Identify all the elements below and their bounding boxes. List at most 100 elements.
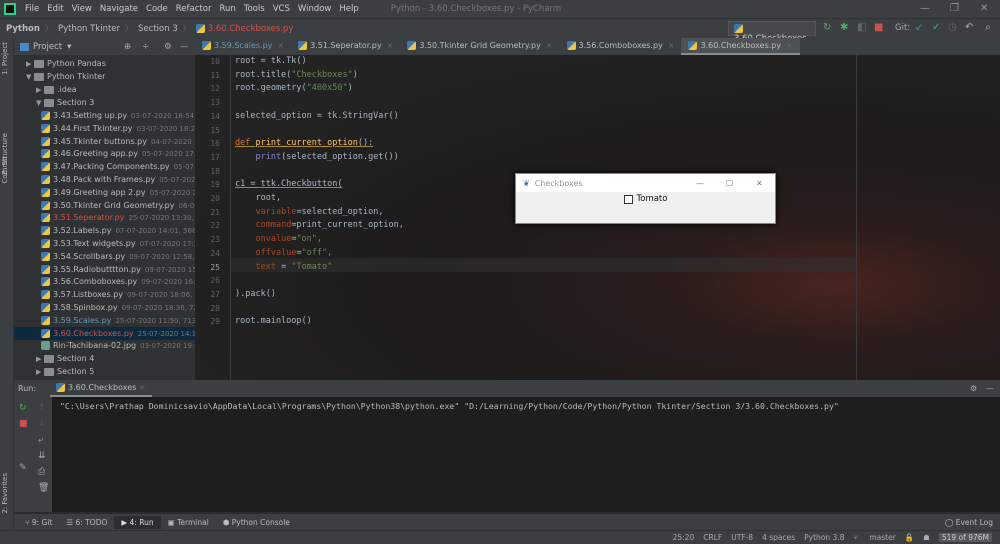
tomato-checkbox[interactable] xyxy=(623,194,633,204)
collapse-icon[interactable]: ÷ xyxy=(142,42,149,52)
bottom-tab-python-console[interactable]: ⬢ Python Console xyxy=(216,516,297,529)
tree-folder-idea[interactable]: ▶ .idea xyxy=(36,83,77,96)
tree-file[interactable]: 3.56.Comboboxes.py09-07-2020 16:18, 78 xyxy=(41,275,195,288)
hide-icon[interactable]: — xyxy=(180,42,189,52)
tree-file[interactable]: 3.47.Packing Components.py05-07-2020 1 xyxy=(41,160,195,173)
menu-tools[interactable]: Tools xyxy=(240,4,269,14)
tree-file[interactable]: 3.58.Spinbox.py09-07-2020 18:36, 723 B xyxy=(41,301,195,314)
git-history-icon[interactable]: ◷ xyxy=(948,22,957,33)
menu-refactor[interactable]: Refactor xyxy=(172,4,216,14)
tree-file[interactable]: 3.45.Tkinter buttons.py04-07-2020 19:34,… xyxy=(41,135,195,148)
scroll-up-icon[interactable]: ↑ xyxy=(38,403,46,413)
tree-file[interactable]: 3.44.First Tkinter.py03-07-2020 18:23, 1… xyxy=(41,122,195,135)
tree-file[interactable]: 3.57.Listboxes.py09-07-2020 18:06, 763 B xyxy=(41,288,195,301)
git-rollback-icon[interactable]: ↶ xyxy=(965,22,973,33)
tab-grid-geometry[interactable]: 3.50.Tkinter Grid Geometry.py × xyxy=(400,38,559,55)
menu-help[interactable]: Help xyxy=(335,4,362,14)
code-line[interactable]: root.title("Checkboxes") xyxy=(235,70,358,80)
menu-vcs[interactable]: VCS xyxy=(269,4,294,14)
git-commit-icon[interactable]: ✓ xyxy=(932,22,940,33)
code-line[interactable]: def print_current_option(): xyxy=(235,138,373,148)
debug-icon[interactable]: ✱ xyxy=(840,22,848,33)
tree-file[interactable]: Rin-Tachibana-02.jpg03-07-2020 19:06, 80 xyxy=(41,339,195,352)
breadcrumb-python-tkinter[interactable]: Python Tkinter xyxy=(58,24,120,34)
tree-file[interactable]: 3.53.Text widgets.py07-07-2020 17:31, 46… xyxy=(41,237,195,250)
code-line[interactable]: ).pack() xyxy=(235,289,276,299)
locate-icon[interactable]: ⊕ xyxy=(124,42,131,52)
tree-folder-python-tkinter[interactable]: ▼ Python Tkinter xyxy=(26,70,105,83)
restore-button[interactable]: ❐ xyxy=(950,3,959,14)
tree-folder-section-3[interactable]: ▼ Section 3 xyxy=(36,96,94,109)
tomato-checkbox-label[interactable]: Tomato xyxy=(637,194,668,204)
tk-maximize-button[interactable]: ☐ xyxy=(726,179,733,188)
menu-edit[interactable]: Edit xyxy=(43,4,67,14)
clear-icon[interactable]: 🗑 xyxy=(38,483,49,493)
status-interpreter[interactable]: Python 3.8 xyxy=(804,533,844,542)
memory-indicator[interactable]: 519 of 976M xyxy=(938,533,992,542)
tree-file[interactable]: 3.46.Greeting app.py05-07-2020 17:33, 67… xyxy=(41,147,195,160)
breadcrumb-file[interactable]: 3.60.Checkboxes.py xyxy=(208,24,294,34)
search-icon[interactable]: ⌕ xyxy=(985,22,991,33)
tree-file[interactable]: 3.48.Pack with Frames.py05-07-2020 20:1 xyxy=(41,173,195,186)
tree-file[interactable]: 3.43.Setting up.py03-07-2020 18:54, 33 B xyxy=(41,109,195,122)
tree-file[interactable]: 3.50.Tkinter Grid Geometry.py06-07-2020 xyxy=(41,199,195,212)
minimize-button[interactable]: — xyxy=(920,3,930,14)
tree-file[interactable]: 3.55.Radiobutttton.py09-07-2020 15:54, 6… xyxy=(41,263,195,276)
tree-file[interactable]: 3.52.Labels.py07-07-2020 14:01, 568 B 19… xyxy=(41,224,195,237)
code-line[interactable]: print(selected_option.get()) xyxy=(235,152,398,162)
bottom-tab-terminal[interactable]: ▣ Terminal xyxy=(161,516,216,529)
inspector-icon[interactable]: ☗ xyxy=(923,533,930,542)
rerun-icon[interactable]: ↻ xyxy=(823,22,831,33)
menu-code[interactable]: Code xyxy=(142,4,172,14)
tree-file[interactable]: 3.49.Greeting app 2.py05-07-2020 21:56, … xyxy=(41,186,195,199)
code-line[interactable]: selected_option = tk.StringVar() xyxy=(235,111,399,121)
breadcrumb-section-3[interactable]: Section 3 xyxy=(138,24,178,34)
code-line[interactable]: text = "Tomato" xyxy=(235,262,332,272)
stop-icon[interactable]: ■ xyxy=(874,22,883,33)
side-tab-favorites[interactable]: 2: Favorites xyxy=(1,473,9,514)
code-line[interactable]: root, xyxy=(235,193,281,203)
bottom-tab-todo[interactable]: ☰ 6: TODO xyxy=(59,516,114,529)
code-line[interactable]: root.mainloop() xyxy=(235,316,312,326)
run-settings-icon[interactable]: ⚙ xyxy=(970,384,977,393)
tab-seperator[interactable]: 3.51.Seperator.py × xyxy=(291,38,400,55)
close-button[interactable]: ✕ xyxy=(980,3,988,14)
tree-file[interactable]: 3.51.Seperator.py25-07-2020 13:30, 300 B xyxy=(41,211,195,224)
print-icon[interactable]: ⎙ xyxy=(38,467,45,477)
tree-file[interactable]: 3.54.Scrollbars.py09-07-2020 12:58, 669 … xyxy=(41,250,195,263)
run-tab[interactable]: 3.60.Checkboxes × xyxy=(50,380,152,397)
status-encoding[interactable]: UTF-8 xyxy=(731,533,753,542)
breadcrumb-python[interactable]: Python xyxy=(6,24,40,34)
menu-run[interactable]: Run xyxy=(215,4,239,14)
status-line-separator[interactable]: CRLF xyxy=(703,533,722,542)
menu-view[interactable]: View xyxy=(68,4,96,14)
menu-file[interactable]: File xyxy=(21,4,43,14)
coverage-icon[interactable]: ◧ xyxy=(857,22,866,33)
status-position[interactable]: 25:20 xyxy=(673,533,695,542)
status-branch[interactable]: ⑂ master xyxy=(853,533,895,542)
code-line[interactable]: command=print_current_option, xyxy=(235,220,403,230)
side-tab-project[interactable]: 1: Project xyxy=(1,42,9,75)
bottom-tab-run[interactable]: ▶ 4: Run xyxy=(114,515,161,529)
code-line[interactable]: variable=selected_option, xyxy=(235,207,383,217)
scroll-down-icon[interactable]: ↓ xyxy=(38,419,46,429)
rerun-icon[interactable]: ↻ xyxy=(19,403,27,413)
git-update-icon[interactable]: ↙ xyxy=(915,22,923,33)
tree-folder-python-pandas[interactable]: ▶ Python Pandas xyxy=(26,57,106,70)
bottom-tab-git[interactable]: ⑂ 9: Git xyxy=(18,516,59,529)
tree-file[interactable]: 3.59.Scales.py25-07-2020 11:50, 713 B 55… xyxy=(41,314,195,327)
event-log-button[interactable]: ◯ Event Log xyxy=(938,516,1000,529)
menu-navigate[interactable]: Navigate xyxy=(96,4,142,14)
tree-folder-section-4[interactable]: ▶ Section 4 xyxy=(36,352,94,365)
tree-folder-section-5[interactable]: ▶ Section 5 xyxy=(36,365,94,378)
scroll-to-end-icon[interactable]: ⇊ xyxy=(38,451,46,461)
status-indent[interactable]: 4 spaces xyxy=(762,533,795,542)
code-line[interactable]: root.geometry("400x50") xyxy=(235,83,353,93)
pin-icon[interactable]: ✎ xyxy=(19,463,27,473)
tab-checkboxes[interactable]: 3.60.Checkboxes.py × xyxy=(681,38,800,55)
tk-minimize-button[interactable]: — xyxy=(696,179,704,188)
tree-file[interactable]: 3.60.Checkboxes.py25-07-2020 14:12, 515 … xyxy=(14,326,195,340)
run-configuration-select[interactable]: 3.60.Checkboxes ▾ xyxy=(728,21,816,54)
run-console-output[interactable]: "C:\Users\Prathap Dominicsavio\AppData\L… xyxy=(52,397,1000,512)
tk-close-button[interactable]: ✕ xyxy=(756,179,763,188)
